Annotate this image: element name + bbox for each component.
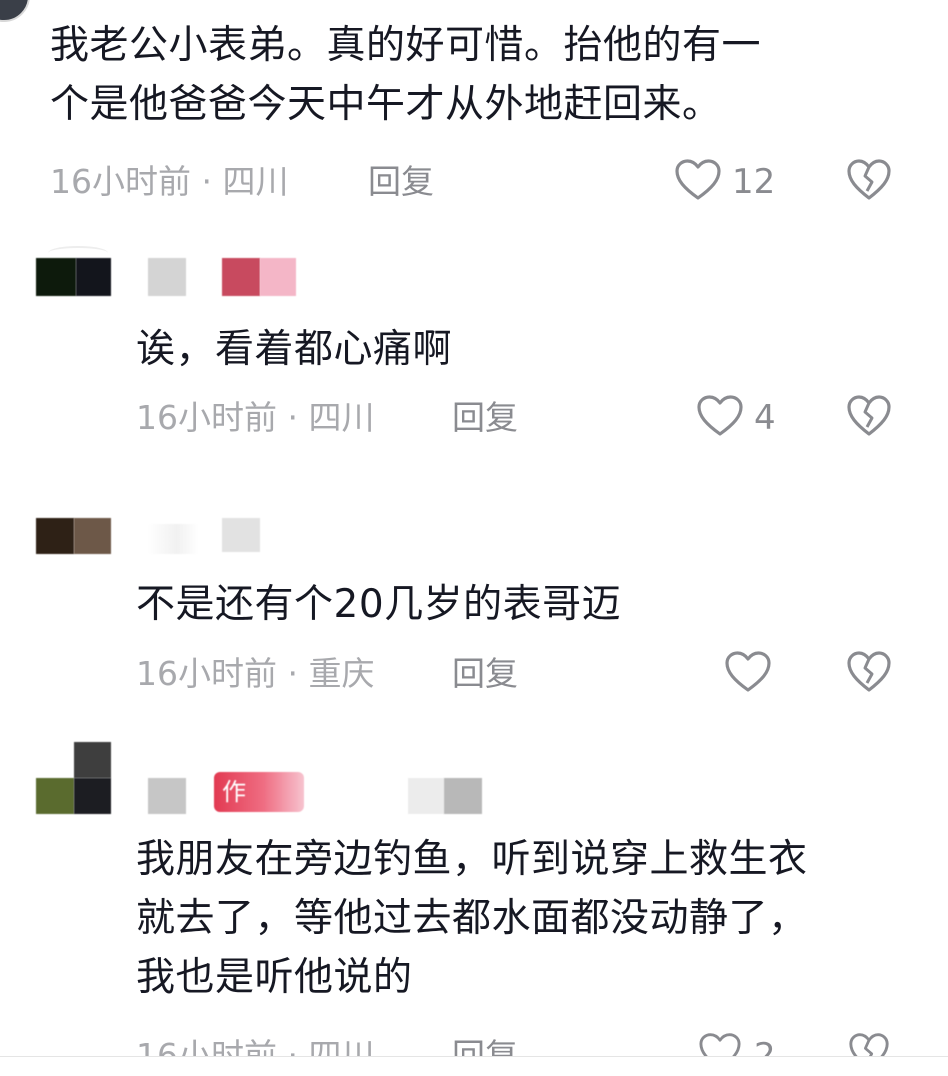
comment-line: 不是还有个20几岁的表哥迈 <box>136 582 622 627</box>
comment-meta: 16小时前 · 重庆 <box>136 654 374 694</box>
heart-outline-icon[interactable] <box>724 650 772 694</box>
comment-location: 四川 <box>308 398 375 437</box>
comment-line: 我也是听他说的 <box>136 955 413 1000</box>
avatar[interactable] <box>36 778 74 814</box>
username-blur[interactable] <box>222 258 260 296</box>
comment-location: 重庆 <box>308 654 375 693</box>
reply-button[interactable]: 回复 <box>452 654 518 694</box>
comment-time: 16小时前 <box>136 398 277 437</box>
meta-separator: · <box>277 654 309 693</box>
comment-line: 我老公小表弟。真的好可惜。抬他的有一 <box>50 23 762 68</box>
username-blur[interactable] <box>148 524 220 554</box>
heart-outline-icon[interactable] <box>674 158 722 202</box>
comment-text: 诶，看着都心痛啊 <box>136 320 452 379</box>
username-blur[interactable] <box>148 258 186 296</box>
comment-line: 个是他爸爸今天中午才从外地赶回来。 <box>50 82 722 127</box>
avatar[interactable] <box>74 778 111 814</box>
reply-button[interactable]: 回复 <box>368 162 434 202</box>
comment-text: 我朋友在旁边钓鱼，听到说穿上救生衣 就去了，等他过去都水面都没动静了， 我也是听… <box>136 830 808 1007</box>
comment-time: 16小时前 <box>50 162 191 201</box>
username-blur[interactable] <box>444 778 482 814</box>
like-count: 12 <box>732 162 776 202</box>
heart-outline-icon[interactable] <box>696 394 744 438</box>
username-blur[interactable] <box>222 518 260 552</box>
comment-line: 就去了，等他过去都水面都没动静了， <box>136 896 808 941</box>
comment-time: 16小时前 <box>136 654 277 693</box>
broken-heart-icon[interactable] <box>846 394 892 438</box>
username-blur[interactable] <box>148 778 186 814</box>
comment-line: 我朋友在旁边钓鱼，听到说穿上救生衣 <box>136 837 808 882</box>
bottom-edge <box>0 1057 948 1072</box>
meta-separator: · <box>191 162 223 201</box>
avatar[interactable] <box>74 518 111 554</box>
comment-line: 诶，看着都心痛啊 <box>136 327 453 372</box>
username-blur[interactable] <box>408 778 444 814</box>
like-count: 4 <box>754 398 776 438</box>
divider <box>0 1056 948 1057</box>
comment-location: 四川 <box>222 162 289 201</box>
meta-separator: · <box>277 398 309 437</box>
comment-meta: 16小时前 · 四川 <box>50 162 288 202</box>
broken-heart-icon[interactable] <box>846 158 892 202</box>
avatar-ring <box>48 246 108 260</box>
comment-text: 我老公小表弟。真的好可惜。抬他的有一 个是他爸爸今天中午才从外地赶回来。 <box>50 16 761 134</box>
broken-heart-icon[interactable] <box>846 650 892 694</box>
comment-meta: 16小时前 · 四川 <box>136 398 374 438</box>
avatar[interactable] <box>74 742 111 778</box>
username-blur[interactable] <box>260 258 296 296</box>
reply-button[interactable]: 回复 <box>452 398 518 438</box>
comment-text: 不是还有个20几岁的表哥迈 <box>136 575 621 634</box>
avatar[interactable] <box>0 0 30 22</box>
avatar[interactable] <box>36 258 76 296</box>
author-badge: 作 <box>214 772 304 812</box>
avatar[interactable] <box>36 518 74 554</box>
avatar[interactable] <box>76 258 111 296</box>
